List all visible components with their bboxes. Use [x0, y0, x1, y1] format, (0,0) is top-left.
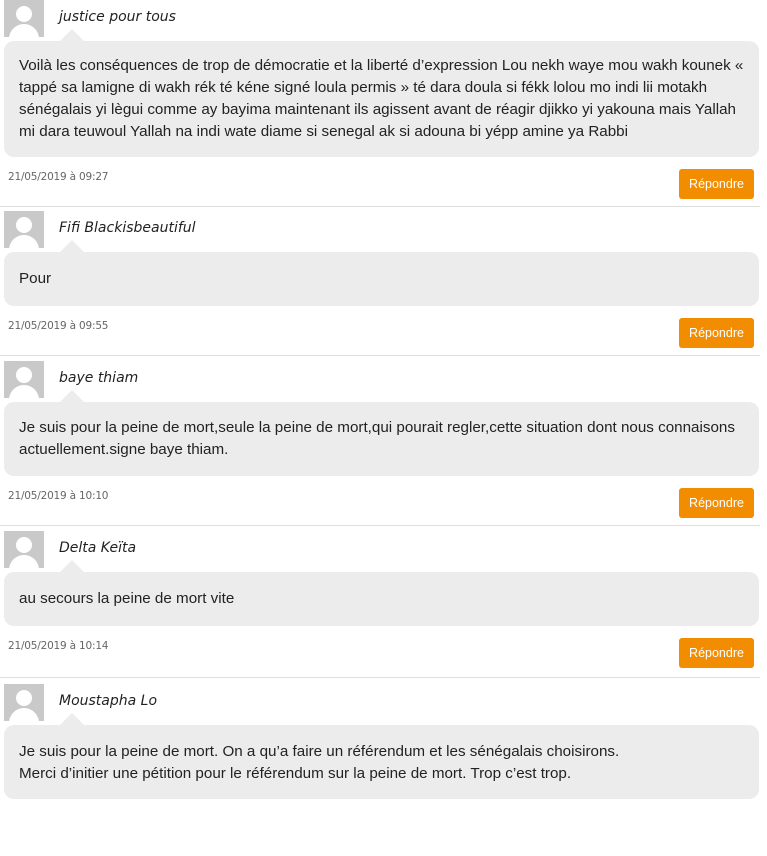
- comment-footer: 21/05/2019 à 10:10 Répondre: [0, 476, 767, 526]
- comment-date: 21/05/2019 à 09:55: [8, 320, 109, 332]
- reply-button[interactable]: Répondre: [679, 488, 754, 518]
- comment-author: Fifi Blackisbeautiful: [59, 220, 196, 236]
- comment-list: justice pour tous Voilà les conséquences…: [0, 0, 767, 799]
- comment-body: Je suis pour la peine de mort. On a qu’a…: [4, 713, 759, 799]
- comment-header: Fifi Blackisbeautiful: [0, 211, 767, 252]
- comment-item: Delta Keïta au secours la peine de mort …: [0, 526, 767, 678]
- comment-header: baye thiam: [0, 361, 767, 402]
- comment-footer: 21/05/2019 à 09:55 Répondre: [0, 306, 767, 356]
- avatar: [4, 211, 44, 248]
- comment-item: justice pour tous Voilà les conséquences…: [0, 0, 767, 207]
- comment-body: au secours la peine de mort vite: [4, 560, 759, 626]
- reply-button[interactable]: Répondre: [679, 318, 754, 348]
- reply-button[interactable]: Répondre: [679, 169, 754, 199]
- comment-body: Pour: [4, 240, 759, 306]
- reply-button[interactable]: Répondre: [679, 638, 754, 668]
- comment-item: Moustapha Lo Je suis pour la peine de mo…: [0, 678, 767, 799]
- comment-body-line: Je suis pour la peine de mort. On a qu’a…: [19, 743, 620, 760]
- avatar: [4, 531, 44, 568]
- comment-author: Moustapha Lo: [59, 693, 158, 709]
- avatar: [4, 361, 44, 398]
- comment-body: Je suis pour la peine de mort,seule la p…: [4, 390, 759, 476]
- comment-header: Delta Keïta: [0, 531, 767, 572]
- comment-date: 21/05/2019 à 10:14: [8, 640, 109, 652]
- comment-header: Moustapha Lo: [0, 684, 767, 725]
- avatar: [4, 0, 44, 37]
- comment-date: 21/05/2019 à 09:27: [8, 171, 109, 183]
- comment-footer: 21/05/2019 à 10:14 Répondre: [0, 626, 767, 678]
- comment-body-line: Merci d’initier une pétition pour le réf…: [19, 765, 572, 782]
- comment-author: Delta Keïta: [59, 540, 137, 556]
- comment-footer: 21/05/2019 à 09:27 Répondre: [0, 157, 767, 207]
- comment-item: baye thiam Je suis pour la peine de mort…: [0, 356, 767, 526]
- comment-author: baye thiam: [59, 370, 139, 386]
- comment-date: 21/05/2019 à 10:10: [8, 490, 109, 502]
- comment-body: Voilà les conséquences de trop de démocr…: [4, 29, 759, 157]
- avatar: [4, 684, 44, 721]
- comment-author: justice pour tous: [59, 9, 176, 25]
- comment-header: justice pour tous: [0, 0, 767, 41]
- comment-item: Fifi Blackisbeautiful Pour 21/05/2019 à …: [0, 207, 767, 356]
